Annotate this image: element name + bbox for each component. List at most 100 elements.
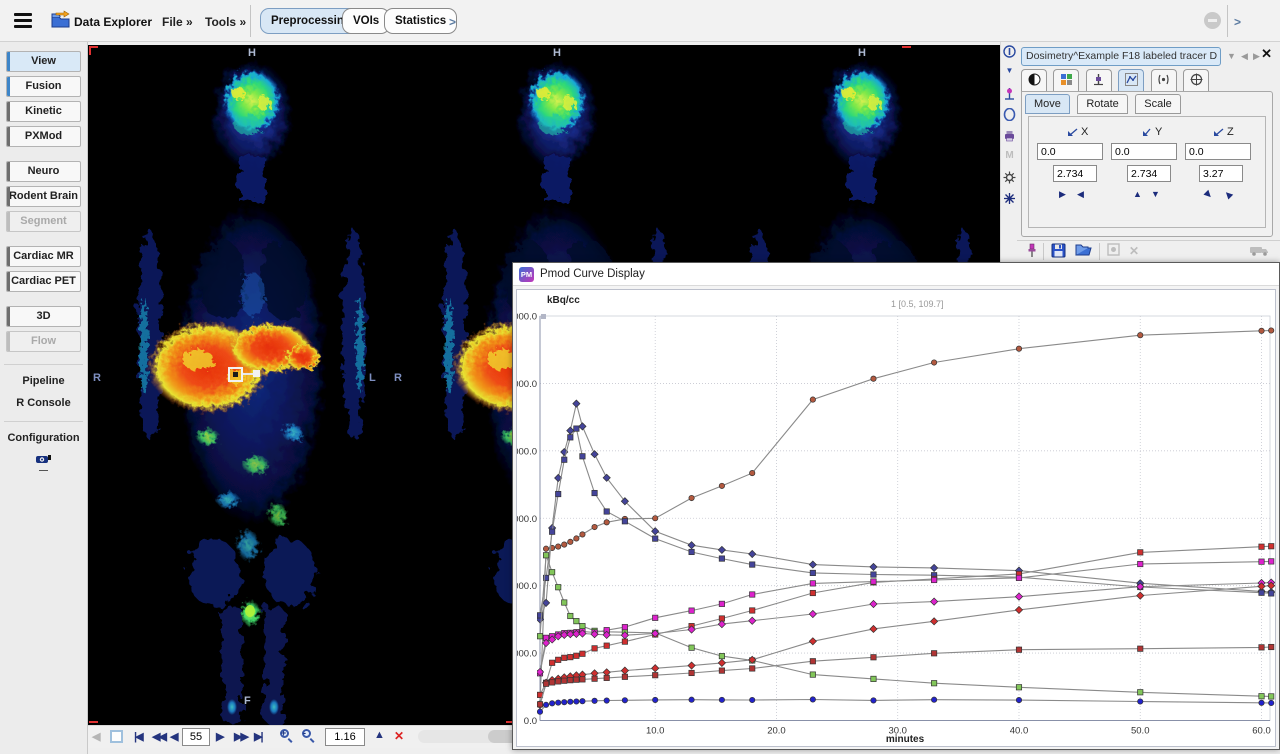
sidebar-item-pipeline[interactable]: Pipeline <box>0 375 87 387</box>
tab-crosshair[interactable] <box>1183 69 1209 91</box>
zoom-out-icon[interactable]: - <box>302 729 316 743</box>
printer-icon[interactable] <box>1002 129 1017 147</box>
spider-view-icon[interactable] <box>1002 192 1017 210</box>
toolbar-separator-right <box>1227 5 1228 37</box>
sidebar-item-segment: Segment <box>6 211 81 232</box>
orientation-label-head-3: H <box>858 47 866 59</box>
orientation-label-right-2: R <box>394 372 402 384</box>
first-frame-button[interactable]: |◀ <box>134 728 142 746</box>
y-offset-input[interactable] <box>1111 143 1177 160</box>
z-step-in-button[interactable]: ▶ <box>1205 189 1212 200</box>
tab-reslice-tool[interactable] <box>1086 69 1112 91</box>
hamburger-menu-icon[interactable] <box>14 13 32 28</box>
sidebar-divider <box>4 364 83 365</box>
transform-subpanel: Move Rotate Scale X Y Z ▶ ◀ ▲ ▼ <box>1021 91 1273 237</box>
y-step-input[interactable] <box>1127 165 1171 182</box>
y-step-up-button[interactable]: ▲ <box>1133 189 1142 199</box>
x-tick-label: 20.0 <box>767 726 786 737</box>
open-folder-icon[interactable] <box>1075 243 1092 262</box>
zoom-factor-input[interactable] <box>325 728 365 746</box>
chart-range-label: 1 [0.5, 109.7] <box>891 299 944 309</box>
fast-forward-button[interactable]: ▶▶ <box>234 728 247 746</box>
x-step-left-button[interactable]: ◀ <box>1077 189 1084 200</box>
sidebar-item-3d[interactable]: 3D <box>6 306 81 327</box>
sidebar-divider-2 <box>4 421 83 422</box>
last-frame-button[interactable]: ▶| <box>254 728 262 746</box>
tab-curves[interactable] <box>1118 69 1144 91</box>
sidebar-item-r-console[interactable]: R Console <box>0 397 87 409</box>
tab-contrast[interactable] <box>1021 69 1047 91</box>
z-step-input[interactable] <box>1199 165 1243 182</box>
next-frame-button[interactable]: ▶ <box>216 728 222 746</box>
sidebar-item-cardiac-mr[interactable]: Cardiac MR <box>6 246 81 267</box>
panel-bottom-toolbar: ✕ <box>1017 240 1280 262</box>
sidebar-item-rodent-brain[interactable]: Rodent Brain <box>6 186 81 207</box>
previous-frame-button[interactable]: ◀ <box>170 728 176 746</box>
sidebar-item-fusion[interactable]: Fusion <box>6 76 81 97</box>
x-tick-label: 40.0 <box>1010 726 1029 737</box>
info-icon[interactable] <box>1002 45 1017 63</box>
disabled-delete-icon: ✕ <box>1129 244 1139 258</box>
y-tick-label: 0.0 <box>524 716 537 727</box>
layout-checkbox-icon[interactable] <box>110 730 123 743</box>
tab-move[interactable]: Move <box>1025 94 1070 114</box>
vois-button[interactable]: VOIs <box>342 8 390 34</box>
sidebar-item-cardiac-pet[interactable]: Cardiac PET <box>6 271 81 292</box>
tools-menu[interactable]: Tools » <box>205 15 246 29</box>
combo-dropdown-icon[interactable]: ▼ <box>1227 51 1236 61</box>
x-step-right-button[interactable]: ▶ <box>1059 189 1066 200</box>
sidebar-item-view[interactable]: View <box>6 51 81 72</box>
module-sidebar: View Fusion Kinetic PXMod Neuro Rodent Brain S… <box>0 42 88 754</box>
frame-number-input[interactable] <box>182 728 210 746</box>
right-overflow-chevron[interactable]: > <box>1234 15 1241 29</box>
tab-scale[interactable]: Scale <box>1135 94 1181 114</box>
collapse-arrow-icon[interactable]: ▼ <box>1002 66 1017 84</box>
disabled-status-icon <box>1204 12 1221 29</box>
curve-window-titlebar[interactable]: PM Pmod Curve Display <box>513 263 1279 286</box>
sidebar-item-neuro[interactable]: Neuro <box>6 161 81 182</box>
z-step-out-button[interactable]: ◀ <box>1225 189 1232 200</box>
combo-next-icon[interactable]: ▶ <box>1253 51 1260 62</box>
data-explorer-icon[interactable] <box>50 10 72 35</box>
toolbar-overflow-chevron[interactable]: > <box>449 15 456 29</box>
fov-tick-top-left-v <box>89 46 91 55</box>
reset-zoom-button[interactable]: ✕ <box>394 729 404 743</box>
back-arrow-icon[interactable]: ◀ <box>92 728 98 746</box>
ellipse-roi-icon[interactable] <box>1002 108 1017 126</box>
x-offset-input[interactable] <box>1037 143 1103 160</box>
sidebar-item-pxmod[interactable]: PXMod <box>6 126 81 147</box>
y-tick-label: 4000.0 <box>517 446 537 457</box>
save-icon[interactable] <box>1051 243 1066 263</box>
tab-layout[interactable] <box>1053 69 1079 91</box>
sidebar-item-configuration[interactable]: Configuration <box>0 432 87 444</box>
sidebar-item-kinetic[interactable]: Kinetic <box>6 101 81 122</box>
x-step-input[interactable] <box>1053 165 1097 182</box>
marker-tool-icon[interactable] <box>1002 87 1017 105</box>
panel-close-button[interactable]: ✕ <box>1261 46 1272 62</box>
x-tick-label: 60.0 <box>1252 726 1271 737</box>
orientation-label-left-1: L <box>369 372 376 384</box>
gear-icon[interactable] <box>1002 171 1017 189</box>
curve-chart-panel: 10.020.030.040.050.060.00.01000.02000.03… <box>516 289 1276 747</box>
zoom-up-button[interactable]: ▲ <box>374 729 385 741</box>
combo-prev-icon[interactable]: ◀ <box>1241 51 1248 62</box>
top-toolbar: Data Explorer File » Tools » Preprocessi… <box>0 0 1280 42</box>
sidebar-item-flow: Flow <box>6 331 81 352</box>
z-offset-input[interactable] <box>1185 143 1251 160</box>
statistics-button[interactable]: Statistics <box>384 8 457 34</box>
tab-rotate[interactable]: Rotate <box>1077 94 1127 114</box>
rewind-button[interactable]: ◀◀ <box>152 728 165 746</box>
file-menu[interactable]: File » <box>162 15 193 29</box>
study-selector-combo[interactable]: Dosimetry^Example F18 labeled tracer D <box>1021 47 1221 66</box>
pmod-curve-display-window: PM Pmod Curve Display 10.020.030.040.050… <box>512 262 1280 750</box>
disabled-buffer-icon <box>1107 243 1120 261</box>
export-truck-icon <box>1249 243 1271 261</box>
move-parameters-box: X Y Z ▶ ◀ ▲ ▼ ▶ ◀ <box>1028 116 1266 228</box>
pin-icon[interactable] <box>1025 243 1038 263</box>
fov-tick-top-right <box>902 46 911 48</box>
zoom-in-icon[interactable]: + <box>280 729 294 743</box>
tab-rotation[interactable] <box>1151 69 1177 91</box>
y-step-down-button[interactable]: ▼ <box>1151 189 1160 199</box>
configuration-icon[interactable] <box>33 452 55 471</box>
y-tick-label: 2000.0 <box>517 581 537 592</box>
